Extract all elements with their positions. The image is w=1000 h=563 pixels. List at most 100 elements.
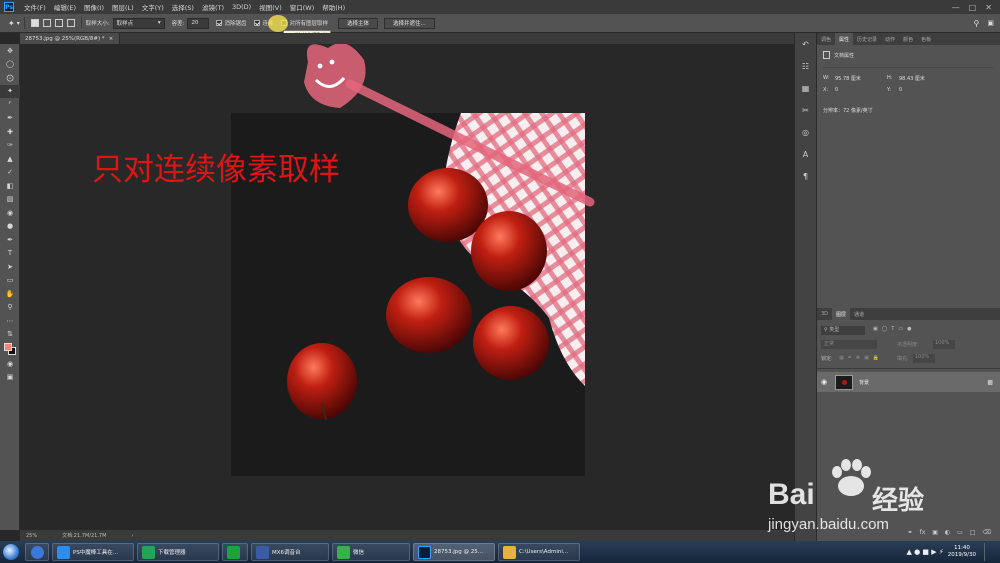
select-subject-button[interactable]: 选择主体 [337, 17, 378, 29]
tab-actions[interactable]: 动作 [881, 33, 899, 45]
screen-mode-icon[interactable]: ▣ [0, 371, 20, 385]
status-chevron-icon[interactable]: › [131, 533, 133, 539]
menu-select[interactable]: 选择(S) [168, 2, 198, 12]
menu-type[interactable]: 文字(Y) [138, 2, 168, 12]
y-value[interactable]: 0 [899, 87, 902, 93]
tab-color[interactable]: 颜色 [899, 33, 917, 45]
magic-wand-tool-icon[interactable]: ✦ [0, 84, 20, 98]
clock[interactable]: 11:40 2019/9/30 [948, 545, 976, 559]
pen-tool-icon[interactable]: ✒ [0, 233, 20, 247]
path-selection-icon[interactable]: ➤ [0, 260, 20, 274]
show-desktop-button[interactable] [984, 543, 992, 561]
adjustments-icon[interactable]: ☷ [795, 55, 816, 77]
marquee-tool-icon[interactable]: ◯ [0, 58, 20, 72]
paragraph-panel-icon[interactable]: ¶ [795, 165, 816, 187]
history-brush-icon[interactable]: ✓ [0, 166, 20, 180]
sample-size-select[interactable]: 取样点 ▾ [112, 17, 165, 29]
close-tab-icon[interactable]: × [109, 36, 114, 42]
foreground-color[interactable] [4, 343, 12, 351]
layer-filter-icons[interactable]: ▣◯T▭● [873, 326, 915, 332]
rectangle-tool-icon[interactable]: ▭ [0, 274, 20, 288]
zoom-tool-icon[interactable]: ⚲ [0, 301, 20, 315]
search-icon[interactable]: ⚲ [974, 19, 980, 28]
taskbar-item-browser[interactable]: PS中魔棒工具在... [52, 543, 134, 561]
taskbar-item-mixer[interactable]: MX6调音台 [251, 543, 329, 561]
tool-preset-chevron-icon[interactable]: ▾ [17, 20, 20, 27]
paths-icon[interactable]: ✂ [795, 99, 816, 121]
maximize-icon[interactable]: □ [969, 3, 977, 12]
taskbar-item-photoshop[interactable]: 28753.jpg @ 25... [413, 543, 495, 561]
eyedropper-tool-icon[interactable]: ✒ [0, 112, 20, 126]
select-and-mask-button[interactable]: 选择并遮住... [384, 17, 435, 29]
brush-tool-icon[interactable]: ✑ [0, 139, 20, 153]
blend-mode-select[interactable]: 正常 [821, 340, 877, 349]
tab-3d[interactable]: 3D [817, 308, 832, 320]
gradient-tool-icon[interactable]: ▨ [0, 193, 20, 207]
menu-window[interactable]: 窗口(W) [286, 2, 319, 12]
x-value[interactable]: 0 [835, 87, 838, 93]
menu-layer[interactable]: 图层(L) [108, 2, 138, 12]
minimize-icon[interactable]: — [952, 3, 960, 12]
intersect-selection-icon[interactable] [66, 19, 75, 27]
menu-edit[interactable]: 编辑(E) [50, 2, 80, 12]
tab-layers[interactable]: 图层 [832, 308, 851, 320]
layer-kind-filter[interactable]: ⚲ 类型 [821, 326, 865, 335]
h-value[interactable]: 98.43 厘米 [899, 75, 925, 82]
taskbar-item-wechat[interactable]: 微信 [332, 543, 410, 561]
color-swatches[interactable] [0, 341, 20, 357]
tray-icons[interactable]: ▲ ● ■ ▶ ⚡ [906, 548, 943, 556]
tab-history[interactable]: 历史记录 [853, 33, 881, 45]
paw-icon [832, 459, 871, 496]
menu-filter[interactable]: 滤镜(T) [198, 2, 228, 12]
menu-3d[interactable]: 3D(D) [228, 3, 255, 11]
channels-icon[interactable]: ▦ [795, 77, 816, 99]
tolerance-input[interactable]: 20 [187, 17, 210, 29]
fill-value[interactable]: 100% [913, 354, 935, 363]
add-selection-icon[interactable] [42, 19, 51, 27]
folder-icon [503, 545, 516, 559]
quick-mask-icon[interactable]: ◉ [0, 357, 20, 371]
lock-icons[interactable]: ▦✒✥▣🔒 [839, 355, 883, 361]
brush-settings-icon[interactable]: ◎ [795, 121, 816, 143]
tab-properties[interactable]: 属性 [835, 33, 854, 45]
crop-tool-icon[interactable]: ⌜ [0, 98, 20, 112]
zoom-level[interactable]: 25% [26, 533, 37, 539]
layer-row[interactable]: ◉ 背景 ▩ [817, 372, 1000, 392]
character-panel-icon[interactable]: A [795, 143, 816, 165]
blur-tool-icon[interactable]: ◉ [0, 206, 20, 220]
move-tool-icon[interactable]: ✥ [0, 44, 20, 58]
magic-wand-icon[interactable]: ✦ [8, 19, 15, 28]
stamp-tool-icon[interactable]: ▲ [0, 152, 20, 166]
tab-adjust[interactable]: 调色 [817, 33, 835, 45]
workspace-icon[interactable]: ▣ [987, 19, 994, 27]
tab-channels[interactable]: 通道 [850, 308, 868, 320]
contiguous-checkbox[interactable] [254, 20, 261, 26]
antialias-checkbox[interactable] [216, 20, 223, 26]
new-selection-icon[interactable] [30, 19, 39, 27]
taskbar-item-download[interactable]: 下载管理器 [137, 543, 219, 561]
eye-icon[interactable]: ◉ [821, 378, 831, 386]
more-tools-icon[interactable]: ⋯ [0, 314, 20, 328]
hand-tool-icon[interactable]: ✋ [0, 287, 20, 301]
taskbar-pinned-app[interactable] [25, 543, 49, 561]
healing-brush-icon[interactable]: ✚ [0, 125, 20, 139]
dodge-tool-icon[interactable]: ● [0, 220, 20, 234]
menu-help[interactable]: 帮助(H) [318, 2, 349, 12]
menu-file[interactable]: 文件(F) [20, 2, 50, 12]
subtract-selection-icon[interactable] [54, 19, 63, 27]
menu-view[interactable]: 视图(V) [255, 2, 286, 12]
history-panel-icon[interactable]: ↶ [795, 33, 816, 55]
taskbar-item-app[interactable] [222, 543, 248, 561]
document-tab[interactable]: 28753.jpg @ 25%(RGB/8#) * × [20, 33, 120, 44]
close-icon[interactable]: ✕ [985, 3, 992, 12]
eraser-tool-icon[interactable]: ◧ [0, 179, 20, 193]
opacity-value[interactable]: 100% [933, 340, 955, 349]
tab-swatches[interactable]: 色板 [917, 33, 935, 45]
type-tool-icon[interactable]: T [0, 247, 20, 261]
lasso-tool-icon[interactable]: ⨀ [0, 71, 20, 85]
edit-toolbar-icon[interactable]: ⇅ [0, 328, 20, 342]
menu-image[interactable]: 图像(I) [80, 2, 108, 12]
w-value[interactable]: 95.78 厘米 [835, 75, 861, 82]
start-button[interactable] [0, 541, 22, 563]
taskbar-item-explorer[interactable]: C:\Users\Admini... [498, 543, 580, 561]
